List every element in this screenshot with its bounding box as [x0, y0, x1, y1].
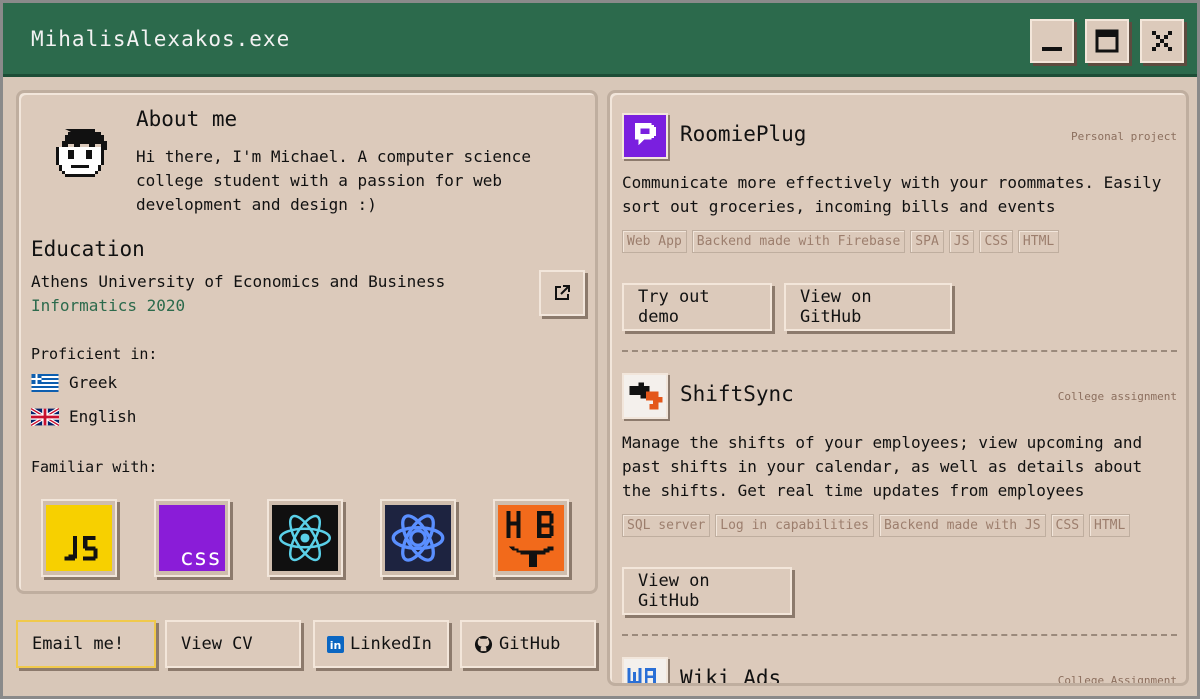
handlebars-icon — [493, 499, 569, 577]
maximize-icon — [1095, 29, 1119, 53]
roomieplug-logo-icon — [622, 113, 668, 159]
app-window: MihalisAlexakos.exe About me Hi there, I… — [0, 0, 1200, 699]
email-button[interactable]: Email me! — [16, 620, 156, 668]
tag: Backend made with Firebase — [691, 230, 906, 253]
project-type: Personal project — [1071, 130, 1177, 143]
language-item-greek: Greek — [31, 373, 117, 392]
close-icon — [1152, 31, 1172, 51]
window-title: MihalisAlexakos.exe — [31, 27, 291, 51]
tag: HTML — [1089, 514, 1131, 537]
familiar-heading: Familiar with: — [31, 458, 158, 476]
javascript-icon — [41, 499, 117, 577]
minimize-icon — [1042, 47, 1062, 51]
project-description: Communicate more effectively with your r… — [622, 173, 1162, 216]
language-label: Greek — [69, 373, 118, 392]
project-type: College Assignment — [1057, 674, 1177, 686]
minimize-button[interactable] — [1030, 19, 1074, 63]
tag: Backend made with JS — [879, 514, 1046, 537]
education-heading: Education — [31, 237, 145, 261]
title-bar[interactable]: MihalisAlexakos.exe — [3, 3, 1197, 77]
close-button[interactable] — [1140, 19, 1184, 63]
try-demo-button[interactable]: Try out demo — [622, 283, 772, 331]
tag: Log in capabilities — [715, 514, 874, 537]
linkedin-button[interactable]: in LinkedIn — [313, 620, 449, 668]
project-name: RoomiePlug — [680, 122, 807, 146]
svg-text:css: css — [180, 545, 221, 571]
profile-panel: About me Hi there, I'm Michael. A comput… — [16, 90, 598, 594]
linkedin-label: LinkedIn — [350, 634, 432, 654]
project-description: Manage the shifts of your employees; vie… — [622, 433, 1143, 500]
proficient-heading: Proficient in: — [31, 345, 158, 363]
project-name: Wiki Ads — [680, 666, 782, 686]
view-cv-button[interactable]: View CV — [165, 620, 301, 668]
github-label: GitHub — [499, 634, 561, 654]
tag: HTML — [1017, 230, 1060, 253]
css-icon: css — [154, 499, 230, 577]
tag: CSS — [979, 230, 1013, 253]
tag: CSS — [1050, 514, 1085, 537]
react-icon — [267, 499, 343, 577]
education-major: Informatics 2020 — [31, 296, 186, 315]
project-tags: Web App Backend made with Firebase SPA J… — [622, 230, 1060, 253]
external-link-icon — [555, 285, 570, 300]
about-heading: About me — [136, 107, 238, 131]
view-on-github-button[interactable]: View on GitHub — [622, 567, 792, 615]
tag: SPA — [910, 230, 944, 253]
tag: SQL server — [622, 514, 711, 537]
language-item-english: English — [31, 407, 136, 426]
language-label: English — [69, 407, 137, 426]
linkedin-icon: in — [327, 635, 344, 653]
project-divider — [622, 350, 1177, 352]
project-divider — [622, 634, 1177, 636]
github-icon — [474, 635, 493, 653]
view-on-github-button[interactable]: View on GitHub — [784, 283, 952, 331]
open-university-link-button[interactable] — [539, 270, 585, 316]
university-name: Athens University of Economics and Busin… — [31, 272, 446, 291]
projects-panel[interactable]: RoomiePlug Personal project Communicate … — [607, 90, 1189, 686]
tag: Web App — [622, 230, 687, 253]
tag: JS — [948, 230, 975, 253]
electron-icon — [380, 499, 456, 577]
about-text: Hi there, I'm Michael. A computer scienc… — [136, 147, 531, 214]
uk-flag-icon — [31, 407, 59, 426]
maximize-button[interactable] — [1085, 19, 1129, 63]
avatar — [56, 129, 107, 177]
project-tags: SQL server Log in capabilities Backend m… — [622, 514, 1131, 537]
github-button[interactable]: GitHub — [460, 620, 596, 668]
greece-flag-icon — [31, 373, 59, 392]
shiftsync-logo-icon — [622, 373, 668, 419]
project-type: College assignment — [1057, 390, 1177, 403]
project-name: ShiftSync — [680, 382, 794, 406]
svg-text:in: in — [330, 639, 342, 652]
wiki-ads-logo-icon — [622, 657, 668, 683]
